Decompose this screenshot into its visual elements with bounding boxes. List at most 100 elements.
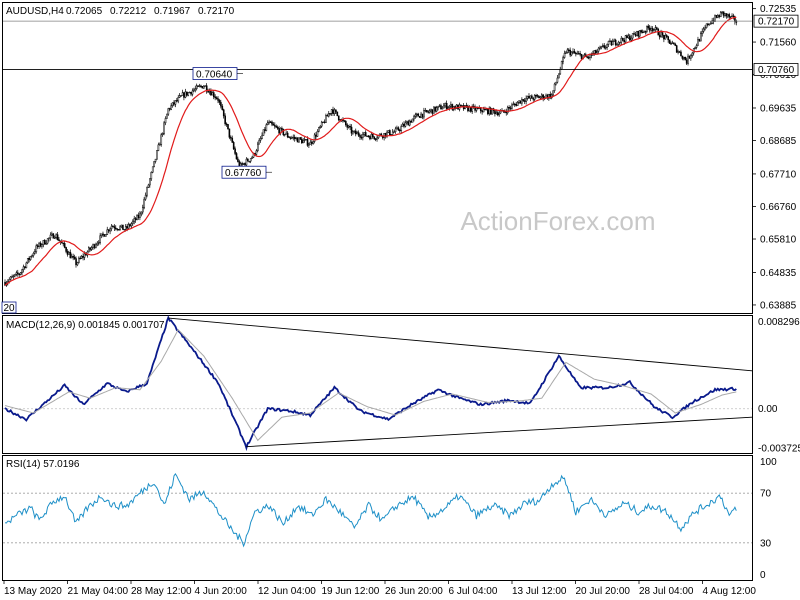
candle-body	[572, 51, 574, 53]
candle-body	[597, 47, 600, 52]
candle-body	[559, 68, 562, 75]
candle-body	[157, 144, 160, 151]
candle-body	[708, 23, 711, 26]
candle-body	[709, 23, 712, 25]
candle-body	[316, 131, 319, 137]
candle-body	[195, 85, 198, 89]
candle-body	[553, 83, 556, 91]
candle-body	[612, 41, 614, 46]
candle-body	[634, 33, 637, 36]
candle-body	[705, 23, 708, 28]
candle-body	[261, 135, 263, 139]
candle-body	[299, 137, 302, 140]
candle-body	[197, 85, 199, 87]
candle-body	[110, 225, 113, 230]
candle-body	[191, 90, 194, 95]
candle-body	[107, 229, 110, 232]
candle-body	[512, 103, 515, 106]
candle-body	[370, 134, 373, 140]
candle-body	[52, 233, 55, 239]
candle-body	[364, 132, 367, 137]
x-tick-label: 26 Jun 20:00	[385, 586, 443, 597]
candle-body	[573, 51, 576, 54]
candle-body	[411, 118, 414, 123]
candle-body	[677, 51, 679, 53]
candle-body	[42, 240, 45, 245]
candle-body	[268, 121, 270, 123]
candle-body	[724, 13, 726, 16]
candle-body	[207, 90, 209, 93]
candle-body	[715, 15, 718, 18]
candle-body	[606, 44, 608, 48]
candle-body	[556, 77, 559, 83]
candle-body	[90, 247, 93, 250]
candle-body	[285, 132, 288, 135]
candle-body	[115, 227, 117, 230]
candle-body	[330, 109, 333, 114]
candle-body	[624, 35, 627, 43]
candle-body	[39, 242, 42, 247]
candle-body	[349, 125, 351, 128]
candle-body	[58, 239, 60, 242]
candle-body	[76, 262, 79, 266]
candle-body	[136, 214, 138, 221]
candle-body	[63, 243, 66, 248]
x-tick-label: 13 Jul 12:00	[512, 586, 567, 597]
candle-body	[319, 125, 322, 128]
candle-body	[516, 102, 519, 106]
candle-body	[536, 95, 539, 97]
candle-body	[174, 100, 177, 105]
rsi-pane-title: RSI(14) 57.0196	[6, 459, 80, 470]
candle-body	[232, 142, 235, 150]
candle-body	[668, 39, 671, 44]
candle-body	[332, 109, 334, 114]
corner-label-text: 20	[4, 303, 16, 314]
candle-body	[230, 137, 232, 139]
watermark: ActionForex.com	[460, 206, 655, 236]
price-series: 0.70640 0.67760 20	[1, 11, 752, 314]
forex-chart: ActionForex.com AUDUSD,H4 0.72065 0.7221…	[1, 2, 800, 597]
candle-body	[603, 45, 606, 48]
candle-body	[139, 213, 141, 218]
candle-body	[414, 114, 417, 117]
candle-body	[188, 91, 191, 94]
candle-body	[475, 107, 478, 111]
candle-body	[522, 99, 525, 101]
candle-body	[325, 115, 327, 123]
x-tick-label: 13 May 2020	[4, 586, 62, 597]
candle-body	[570, 51, 573, 56]
candle-body	[17, 272, 19, 275]
candle-body	[725, 13, 728, 17]
candle-body	[688, 55, 691, 59]
candle-body	[78, 257, 80, 263]
candle-body	[427, 111, 430, 113]
candle-body	[176, 100, 178, 102]
candle-body	[667, 36, 669, 41]
rsi-tick-label: 0	[760, 570, 766, 581]
candle-body	[403, 123, 405, 127]
candle-body	[354, 130, 357, 135]
candle-body	[168, 108, 171, 110]
candle-body	[153, 161, 155, 168]
candle-body	[204, 85, 207, 87]
candle-body	[12, 275, 15, 277]
candle-body	[702, 28, 705, 32]
candle-body	[387, 130, 390, 133]
candle-body	[21, 269, 23, 273]
candle-body	[53, 237, 56, 239]
x-tick-label: 4 Jun 20:00	[195, 586, 248, 597]
candle-body	[130, 223, 133, 227]
candle-body	[565, 52, 567, 54]
candle-body	[661, 32, 664, 36]
candle-body	[265, 124, 268, 131]
high-annotation-text: 0.70640	[196, 70, 233, 81]
candle-body	[8, 279, 11, 282]
candle-body	[681, 55, 684, 59]
candle-body	[347, 125, 350, 128]
candle-body	[683, 56, 685, 59]
candle-body	[83, 253, 86, 258]
candle-body	[487, 109, 489, 115]
candle-body	[66, 251, 69, 255]
candle-body	[266, 122, 269, 126]
candle-body	[511, 104, 513, 109]
